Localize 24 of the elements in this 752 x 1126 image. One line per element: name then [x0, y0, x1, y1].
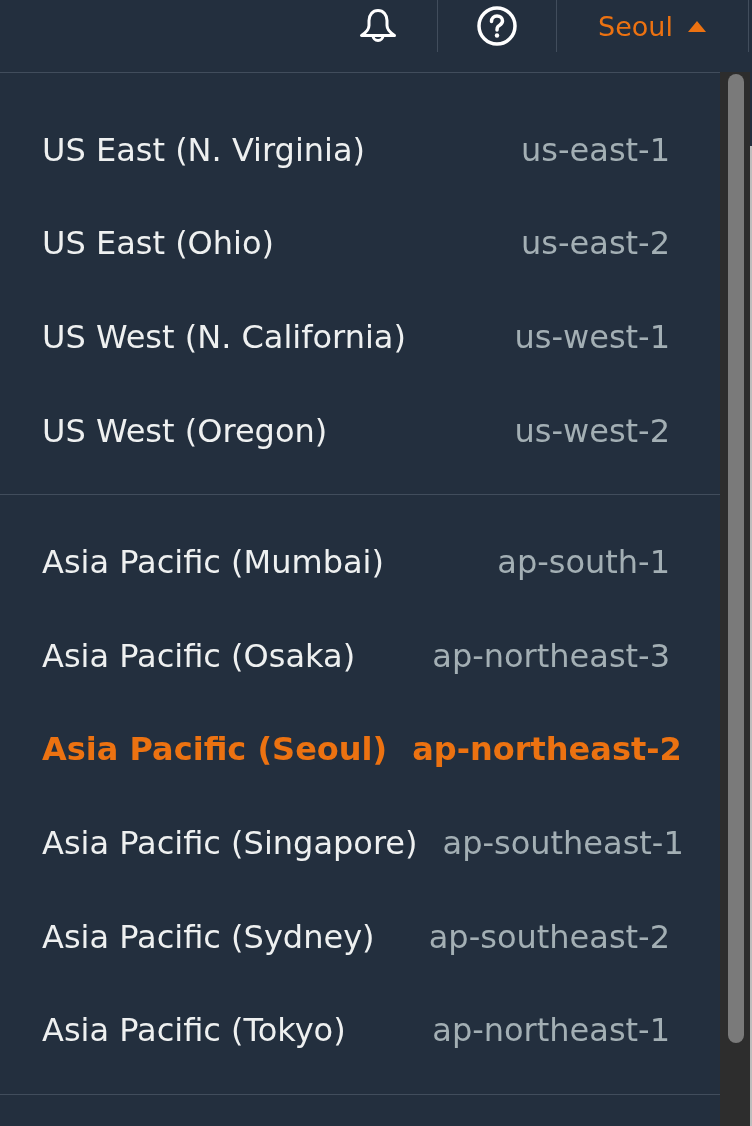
- region-code: us-west-2: [514, 410, 670, 451]
- region-code: ap-northeast-1: [432, 1010, 670, 1051]
- region-code: ap-northeast-2: [412, 729, 682, 770]
- region-code: ap-northeast-3: [432, 635, 670, 676]
- region-option[interactable]: US East (N. Virginia): [42, 129, 366, 170]
- region-option[interactable]: US West (N. California): [42, 317, 406, 357]
- region-menu-button[interactable]: Seoul: [557, 0, 748, 52]
- help-icon: [477, 6, 517, 46]
- region-code: us-west-1: [514, 317, 670, 357]
- bell-icon: [359, 8, 397, 44]
- region-option[interactable]: US West (Oregon): [42, 410, 328, 451]
- scrollbar-thumb[interactable]: [728, 74, 744, 1043]
- region-option[interactable]: Asia Pacific (Sydney): [42, 916, 375, 957]
- region-option[interactable]: Asia Pacific (Mumbai): [42, 542, 384, 583]
- region-option[interactable]: Asia Pacific (Seoul): [42, 729, 388, 770]
- region-option[interactable]: Asia Pacific (Tokyo): [42, 1010, 346, 1051]
- region-code: ap-southeast-2: [428, 916, 670, 957]
- region-option[interactable]: US East (Ohio): [42, 223, 275, 264]
- region-code: us-east-2: [521, 223, 670, 264]
- region-code: ap-south-1: [497, 542, 670, 583]
- region-option[interactable]: Asia Pacific (Singapore): [42, 822, 418, 863]
- region-code: us-east-1: [521, 129, 670, 170]
- region-code: ap-southeast-1: [442, 822, 684, 863]
- region-option[interactable]: Asia Pacific (Osaka): [42, 635, 356, 676]
